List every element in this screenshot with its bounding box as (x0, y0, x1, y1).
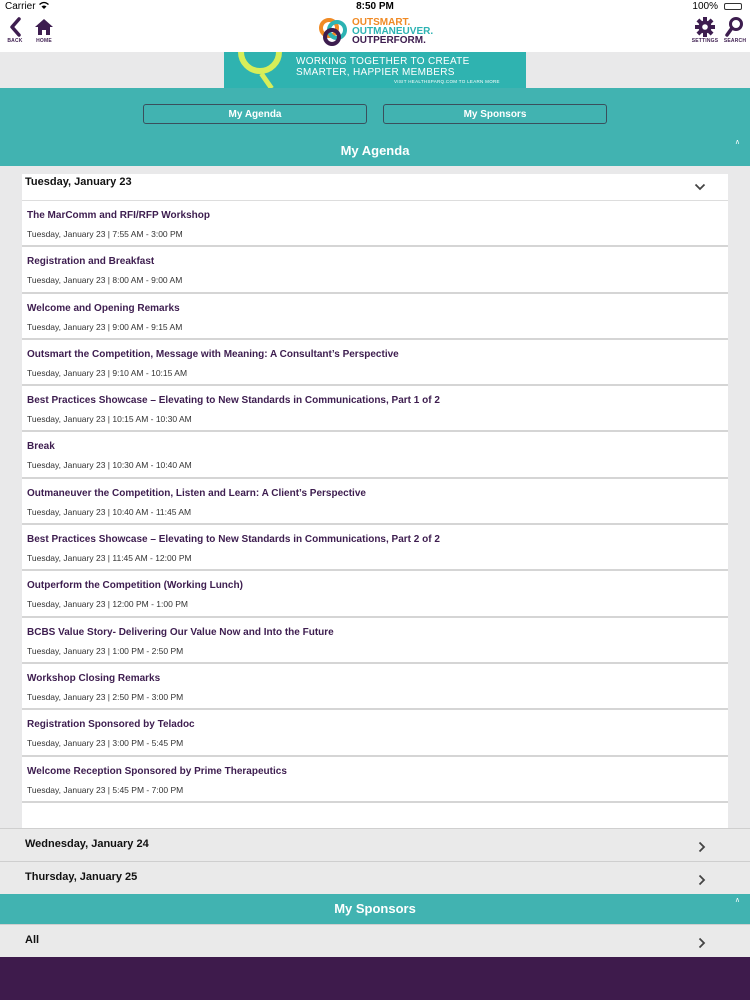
session-item[interactable]: BCBS Value Story- Delivering Our Value N… (22, 618, 728, 664)
tab-my-sponsors[interactable]: My Sponsors (383, 104, 607, 124)
session-item[interactable]: Welcome and Opening Remarks Tuesday, Janu… (22, 294, 728, 340)
session-item[interactable]: Workshop Closing Remarks Tuesday, January… (22, 664, 728, 711)
settings-button[interactable]: SETTINGS (690, 16, 720, 44)
logo-line-3: OUTPERFORM. (352, 35, 426, 46)
session-time: Tuesday, January 23 | 3:00 PM - 5:45 PM (27, 738, 184, 749)
collapse-caret-icon: ∧ (734, 897, 740, 904)
session-title: Welcome Reception Sponsored by Prime The… (27, 765, 287, 777)
session-time: Tuesday, January 23 | 11:45 AM - 12:00 P… (27, 553, 192, 564)
bottom-bar (0, 957, 750, 1000)
status-bar: Carrier 8:50 PM 100% (0, 0, 750, 14)
magnifier-icon (238, 52, 282, 74)
nav-bar: BACK HOME OUTSMART. OUTMANEUVER. OUTPERF… (0, 14, 750, 52)
session-title: Best Practices Showcase – Elevating to N… (27, 395, 440, 407)
search-label: SEARCH (723, 38, 747, 44)
status-time: 8:50 PM (356, 1, 394, 12)
chevron-down-icon (694, 180, 706, 194)
session-title: Registration Sponsored by Teladoc (27, 719, 195, 731)
battery-icon (724, 3, 742, 10)
session-item[interactable]: Best Practices Showcase – Elevating to N… (22, 525, 728, 572)
session-item[interactable]: Outmaneuver the Competition, Listen and … (22, 479, 728, 526)
sponsors-section-header[interactable]: My Sponsors ∧ (0, 894, 750, 924)
session-time: Tuesday, January 23 | 5:45 PM - 7:00 PM (27, 784, 184, 795)
session-time: Tuesday, January 23 | 12:00 PM - 1:00 PM (27, 599, 188, 610)
logo-text: OUTSMART. OUTMANEUVER. OUTPERFORM. (352, 18, 433, 46)
session-time: Tuesday, January 23 | 10:15 AM - 10:30 A… (27, 414, 192, 425)
session-title: Break (27, 441, 55, 453)
search-button[interactable]: SEARCH (720, 16, 750, 44)
session-time: Tuesday, January 23 | 9:00 AM - 9:15 AM (27, 321, 183, 332)
day-label: Wednesday, January 24 (25, 838, 149, 850)
sponsors-all-row[interactable]: All (0, 924, 750, 958)
session-time: Tuesday, January 23 | 10:40 AM - 11:45 A… (27, 506, 192, 517)
session-time: Tuesday, January 23 | 7:55 AM - 3:00 PM (27, 229, 183, 239)
gear-icon (690, 16, 720, 38)
session-item[interactable]: Outperform the Competition (Working Lunc… (22, 571, 728, 618)
session-item[interactable]: The MarComm and RFI/RFP Workshop Tuesday,… (22, 201, 728, 248)
session-item[interactable]: Best Practices Showcase – Elevating to N… (22, 386, 728, 433)
chevron-right-icon (698, 937, 706, 952)
home-button[interactable]: HOME (29, 16, 59, 44)
back-arrow-icon (0, 16, 30, 38)
battery-percent: 100% (692, 1, 718, 12)
day-label: Thursday, January 25 (25, 871, 138, 883)
collapse-caret-icon: ∧ (734, 139, 740, 146)
settings-label: SETTINGS (691, 38, 719, 44)
sponsors-section-title: My Sponsors (334, 901, 416, 916)
banner-ad[interactable]: WORKING TOGETHER TO CREATE SMARTER, HAPP… (224, 52, 526, 88)
session-title: The MarComm and RFI/RFP Workshop (27, 210, 210, 221)
search-icon (720, 16, 750, 38)
session-time: Tuesday, January 23 | 8:00 AM - 9:00 AM (27, 275, 183, 286)
day-header-thursday[interactable]: Thursday, January 25 (0, 861, 750, 895)
logo-mark-icon (319, 18, 347, 46)
session-time: Tuesday, January 23 | 10:30 AM - 10:40 A… (27, 460, 192, 471)
back-label: BACK (7, 38, 23, 44)
session-time: Tuesday, January 23 | 9:10 AM - 10:15 AM (27, 367, 188, 378)
app-logo: OUTSMART. OUTMANEUVER. OUTPERFORM. (318, 16, 438, 48)
session-title: Best Practices Showcase – Elevating to N… (27, 534, 440, 546)
session-item[interactable]: Welcome Reception Sponsored by Prime The… (22, 757, 728, 803)
session-title: Welcome and Opening Remarks (27, 302, 180, 314)
sponsors-all-label: All (25, 934, 40, 946)
session-time: Tuesday, January 23 | 1:00 PM - 2:50 PM (27, 645, 184, 656)
chevron-right-icon (698, 874, 706, 889)
session-list: The MarComm and RFI/RFP Workshop Tuesday,… (22, 201, 728, 803)
back-button[interactable]: BACK (0, 16, 30, 44)
agenda-section-title: My Agenda (340, 143, 410, 158)
chevron-right-icon (698, 841, 706, 856)
day-header-tuesday[interactable]: Tuesday, January 23 (22, 174, 728, 201)
banner-headline: WORKING TOGETHER TO CREATE SMARTER, HAPP… (296, 56, 470, 78)
day-header-wednesday[interactable]: Wednesday, January 24 (0, 828, 750, 862)
session-title: Registration and Breakfast (27, 256, 155, 268)
home-icon (29, 16, 59, 38)
session-time: Tuesday, January 23 | 2:50 PM - 3:00 PM (27, 691, 184, 702)
session-title: BCBS Value Story- Delivering Our Value N… (27, 626, 334, 638)
day-label: Tuesday, January 23 (25, 176, 132, 188)
agenda-list: Tuesday, January 23 The MarComm and RFI/… (22, 174, 728, 828)
session-item[interactable]: Registration Sponsored by Teladoc Tuesday… (22, 710, 728, 757)
session-item[interactable]: Outsmart the Competition, Message with M… (22, 340, 728, 387)
session-item[interactable]: Break Tuesday, January 23 | 10:30 AM - 10… (22, 432, 728, 479)
tab-my-agenda[interactable]: My Agenda (143, 104, 367, 124)
home-label: HOME (36, 38, 52, 44)
agenda-section-header[interactable]: My Agenda ∧ (0, 136, 750, 166)
banner-subtext: VISIT HEALTHSPARQ.COM TO LEARN MORE (394, 79, 500, 84)
session-title: Outsmart the Competition, Message with M… (27, 348, 399, 360)
session-title: Outmaneuver the Competition, Listen and … (27, 487, 366, 499)
session-title: Workshop Closing Remarks (27, 672, 161, 684)
session-title: Outperform the Competition (Working Lunc… (27, 580, 243, 592)
session-item[interactable]: Registration and Breakfast Tuesday, Janua… (22, 247, 728, 294)
